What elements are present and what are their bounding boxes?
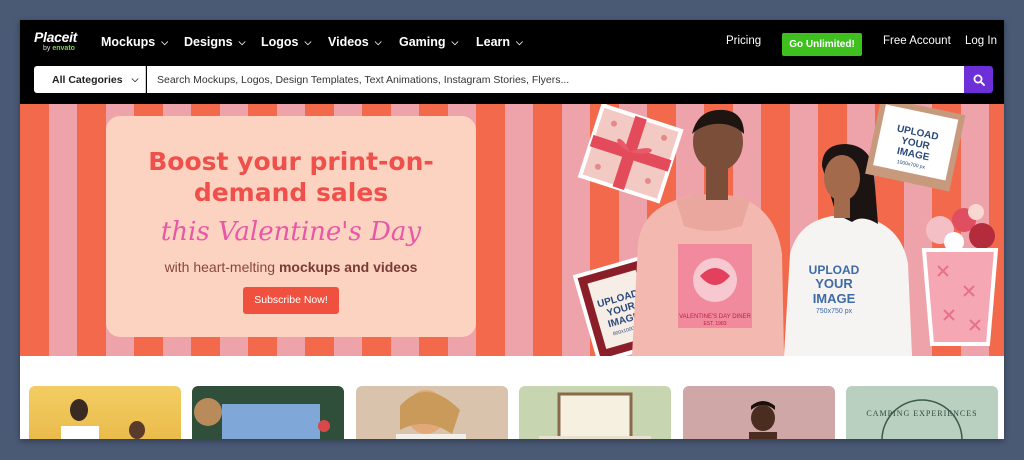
nav-videos-label: Videos — [328, 35, 369, 49]
chevron-down-icon: ⌵ — [161, 37, 169, 47]
search-button[interactable] — [964, 66, 993, 93]
chevron-down-icon: ⌵ — [131, 74, 139, 84]
chevron-down-icon: ⌵ — [238, 37, 246, 47]
template-card[interactable] — [192, 386, 344, 439]
chevron-down-icon: ⌵ — [516, 37, 523, 47]
promo-script-text: this Valentine's Day — [160, 217, 422, 247]
search-bar: All Categories ⌵ — [20, 66, 1004, 104]
template-card[interactable] — [29, 386, 181, 439]
hero-illustration: UPLOAD YOUR IMAGE 800x1000 px VALENTINE'… — [572, 104, 999, 356]
promo-panel: Boost your print-on- demand sales this V… — [106, 116, 476, 337]
promo-title-line1: Boost your print-on- — [148, 147, 434, 176]
nav-designs[interactable]: Designs ⌵ — [184, 35, 245, 49]
nav-gaming-label: Gaming — [399, 35, 446, 49]
top-navigation: Placeit by envato Mockups ⌵ Designs ⌵ Logo… — [20, 20, 1004, 66]
upload-label-2-line2: YOUR — [815, 276, 853, 291]
search-icon — [973, 74, 985, 86]
card-thumbnail-image: CAMPING EXPERIENCES — [866, 399, 977, 439]
nav-designs-label: Designs — [184, 35, 233, 49]
hoodie-est: EST. 1983 — [703, 321, 726, 327]
upload-label-2-size: 750x750 px — [816, 308, 853, 315]
free-account-link[interactable]: Free Account — [883, 35, 951, 47]
flower-bouquet-image — [921, 204, 999, 346]
chevron-down-icon: ⌵ — [304, 37, 312, 47]
upload-label-2-line1: UPLOAD — [809, 263, 860, 277]
template-card[interactable] — [683, 386, 835, 439]
login-link[interactable]: Log In — [965, 35, 997, 47]
card-thumbnail-image — [539, 392, 651, 439]
promo-subtitle: with heart-melting mockups and videos — [106, 258, 476, 276]
logo-wordmark: Placeit — [34, 29, 78, 45]
go-unlimited-button[interactable]: Go Unlimited! — [782, 33, 862, 56]
card-thumbnail-image — [194, 398, 330, 439]
promo-title-line2: demand sales — [193, 178, 389, 207]
sticker-upload-placeholder: UPLOAD YOUR IMAGE 1000x700 px — [865, 104, 966, 192]
logo-byline: by envato — [34, 44, 94, 53]
template-card[interactable] — [519, 386, 671, 439]
search-input[interactable] — [147, 66, 964, 93]
logo-byline-brand: envato — [52, 45, 75, 52]
nav-learn-label: Learn — [476, 35, 511, 49]
nav-videos[interactable]: Videos ⌵ — [328, 35, 382, 49]
gift-box-image — [577, 104, 684, 204]
template-card[interactable] — [356, 386, 508, 439]
card-thumbnail-image — [61, 399, 145, 439]
nav-mockups-label: Mockups — [101, 35, 156, 49]
browser-frame: Placeit by envato Mockups ⌵ Designs ⌵ Logo… — [20, 20, 1004, 439]
nav-learn[interactable]: Learn ⌵ — [476, 35, 523, 49]
pricing-link[interactable]: Pricing — [726, 35, 761, 47]
hoodie-caption: VALENTINE'S DAY DINER — [679, 314, 751, 320]
category-select-label: All Categories — [52, 73, 123, 86]
chevron-down-icon: ⌵ — [451, 37, 459, 47]
card-thumbnail-image — [396, 390, 466, 439]
nav-logos-label: Logos — [261, 35, 299, 49]
upload-label-2-line3: IMAGE — [813, 291, 856, 306]
logo-byline-prefix: by — [43, 45, 51, 52]
nav-mockups[interactable]: Mockups ⌵ — [101, 35, 168, 49]
category-select[interactable]: All Categories ⌵ — [34, 66, 146, 93]
card-thumbnail-image — [749, 401, 777, 439]
nav-gaming[interactable]: Gaming ⌵ — [399, 35, 458, 49]
template-cards-row: CAMPING EXPERIENCES — [20, 356, 1004, 439]
card-text: CAMPING EXPERIENCES — [866, 409, 977, 418]
subscribe-button[interactable]: Subscribe Now! — [243, 287, 339, 314]
hero-banner[interactable]: Boost your print-on- demand sales this V… — [20, 104, 1004, 356]
placeit-logo[interactable]: Placeit by envato — [34, 30, 94, 56]
nav-logos[interactable]: Logos ⌵ — [261, 35, 311, 49]
chevron-down-icon: ⌵ — [374, 37, 382, 47]
promo-title: Boost your print-on- demand sales — [106, 146, 476, 208]
promo-subtitle-bold: mockups and videos — [278, 259, 418, 275]
promo-subtitle-prefix: with heart-melting — [164, 259, 279, 275]
template-card[interactable]: CAMPING EXPERIENCES — [846, 386, 998, 439]
